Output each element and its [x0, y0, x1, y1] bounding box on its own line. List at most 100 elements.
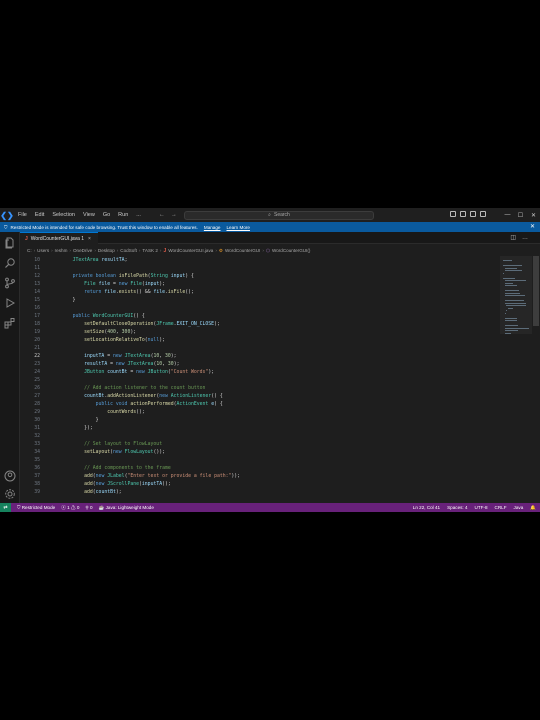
code-line[interactable]: 19 setSize(400, 300);	[20, 329, 500, 337]
code-line[interactable]: 23 resultTA = new JTextArea(10, 30);	[20, 361, 500, 369]
class-symbol-icon: ⚙	[218, 247, 223, 253]
search-icon[interactable]	[4, 257, 16, 269]
close-tab-icon[interactable]: ×	[88, 236, 91, 242]
menu-run[interactable]: Run	[114, 212, 132, 218]
encoding-status[interactable]: UTF-8	[475, 505, 488, 510]
settings-gear-icon[interactable]	[4, 488, 16, 500]
code-line[interactable]: 11	[20, 265, 500, 273]
breadcrumb-item[interactable]: TASK 2	[142, 248, 158, 253]
menu-file[interactable]: File	[14, 212, 31, 218]
breadcrumb-item[interactable]: reshm	[55, 248, 68, 253]
minimize-icon[interactable]: —	[501, 208, 514, 222]
learn-more-link[interactable]: Learn More	[226, 225, 250, 230]
breadcrumb-item[interactable]: C:	[27, 248, 32, 253]
code-line[interactable]: 24 JButton countBt = new JButton("Count …	[20, 369, 500, 377]
menu-selection[interactable]: Selection	[48, 212, 79, 218]
line-number: 11	[34, 266, 40, 271]
run-debug-icon[interactable]	[4, 297, 16, 309]
java-file-icon: J	[25, 235, 28, 242]
toggle-primary-sidebar-icon[interactable]	[450, 211, 456, 217]
code-line[interactable]: 18 setDefaultCloseOperation(JFrame.EXIT_…	[20, 321, 500, 329]
back-arrow-icon[interactable]: ←	[159, 212, 171, 218]
menu-more[interactable]: ...	[132, 212, 145, 218]
code-line[interactable]: 22 inputTA = new JTextArea(10, 30);	[20, 353, 500, 361]
code-editor[interactable]: 10 JTextArea resultTA; 11 12 private boole…	[20, 256, 540, 503]
code-line[interactable]: 36 // Add components to the frame	[20, 465, 500, 473]
minimap-slider[interactable]	[500, 256, 532, 334]
code-line[interactable]: 15 }	[20, 297, 500, 305]
line-code: public WordCounterGUI() {	[72, 314, 145, 319]
language-mode[interactable]: Java	[514, 505, 524, 510]
code-line[interactable]: 31 });	[20, 425, 500, 433]
line-number: 21	[34, 346, 40, 351]
code-line[interactable]: 16	[20, 305, 500, 313]
forward-arrow-icon[interactable]: →	[171, 212, 183, 218]
command-center-search[interactable]: ⌕ Search	[184, 210, 374, 220]
code-line[interactable]: 33 // Set layout to FlowLayout	[20, 441, 500, 449]
ports-status[interactable]: ⚲ 0	[85, 505, 92, 511]
shield-icon: ⛉	[4, 224, 8, 230]
code-line[interactable]: 10 JTextArea resultTA;	[20, 257, 500, 265]
source-control-icon[interactable]	[4, 277, 16, 289]
restricted-mode-banner: ⛉ Restricted Mode is intended for safe c…	[0, 222, 540, 232]
code-line[interactable]: 28 public void actionPerformed(ActionEve…	[20, 401, 500, 409]
editor-tab-bar: J WordCounterGUI.java 1 × ◫…	[20, 232, 540, 244]
line-number: 27	[34, 394, 40, 399]
close-window-icon[interactable]: ✕	[527, 208, 540, 222]
code-line[interactable]: 17 public WordCounterGUI() {	[20, 313, 500, 321]
breadcrumb-item[interactable]: CodSoft	[120, 248, 137, 253]
line-number: 15	[34, 298, 40, 303]
restricted-mode-status[interactable]: ⛉ Restricted Mode	[17, 505, 55, 510]
code-line[interactable]: 35	[20, 457, 500, 465]
java-status[interactable]: ☕ Java: Lightweight Mode	[99, 505, 154, 511]
code-line[interactable]: 37 add(new JLabel("Enter text or provide…	[20, 473, 500, 481]
code-line[interactable]: 20 setLocationRelativeTo(null);	[20, 337, 500, 345]
line-number: 28	[34, 402, 40, 407]
breadcrumb-item[interactable]: WordCounterGUI	[225, 248, 260, 253]
toggle-panel-icon[interactable]	[460, 211, 466, 217]
remote-indicator-icon[interactable]: ⇄	[0, 503, 11, 512]
menu-view[interactable]: View	[79, 212, 99, 218]
code-line[interactable]: 12 private boolean isFilePath(String inp…	[20, 273, 500, 281]
toggle-secondary-sidebar-icon[interactable]	[470, 211, 476, 217]
line-code: add(new JScrollPane(inputTA));	[84, 482, 171, 487]
code-line[interactable]: 39 add(countBt);	[20, 489, 500, 497]
eol-status[interactable]: CRLF	[495, 505, 507, 510]
explorer-icon[interactable]	[4, 237, 16, 249]
code-line[interactable]: 32	[20, 433, 500, 441]
code-line[interactable]: 34 setLayout(new FlowLayout());	[20, 449, 500, 457]
close-banner-icon[interactable]: ✕	[530, 223, 535, 230]
code-line[interactable]: 21	[20, 345, 500, 353]
title-bar: ❮❯ File Edit Selection View Go Run ... ←…	[0, 208, 540, 222]
breadcrumb-item[interactable]: OneDrive	[73, 248, 92, 253]
indentation-status[interactable]: Spaces: 4	[447, 505, 467, 510]
code-line[interactable]: 29 countWords();	[20, 409, 500, 417]
line-number: 31	[34, 426, 40, 431]
cursor-position[interactable]: Ln 22, Col 41	[413, 505, 440, 510]
maximize-icon[interactable]: ☐	[514, 208, 527, 222]
code-line[interactable]: 13 File file = new File(input);	[20, 281, 500, 289]
manage-link[interactable]: Manage	[204, 225, 221, 230]
account-icon[interactable]	[4, 470, 16, 482]
code-line[interactable]: 26 // Add action listener to the count b…	[20, 385, 500, 393]
code-line[interactable]: 25	[20, 377, 500, 385]
tab-wordcountergui-java[interactable]: J WordCounterGUI.java 1 ×	[20, 232, 98, 244]
problems-status[interactable]: ⓧ 1 ⚠ 0	[61, 505, 79, 511]
breadcrumb-item[interactable]: WordCounterGUI()	[272, 248, 310, 253]
code-line[interactable]: 38 add(new JScrollPane(inputTA));	[20, 481, 500, 489]
code-line[interactable]: 27 countBt.addActionListener(new ActionL…	[20, 393, 500, 401]
breadcrumb-item[interactable]: Users	[37, 248, 49, 253]
customize-layout-icon[interactable]	[480, 211, 486, 217]
extensions-icon[interactable]	[4, 317, 16, 329]
editor-scrollbar[interactable]	[533, 256, 539, 326]
more-actions-icon[interactable]: …	[522, 235, 534, 241]
notifications-bell-icon[interactable]: 🔔	[530, 505, 536, 511]
line-number: 39	[34, 490, 40, 495]
code-line[interactable]: 14 return file.exists() && file.isFile()…	[20, 289, 500, 297]
code-line[interactable]: 30 }	[20, 417, 500, 425]
breadcrumb-item[interactable]: Desktop	[98, 248, 115, 253]
breadcrumb-item[interactable]: WordCounterGUI.java	[168, 248, 213, 253]
split-editor-icon[interactable]: ◫	[510, 235, 522, 241]
menu-edit[interactable]: Edit	[31, 212, 48, 218]
menu-go[interactable]: Go	[99, 212, 114, 218]
